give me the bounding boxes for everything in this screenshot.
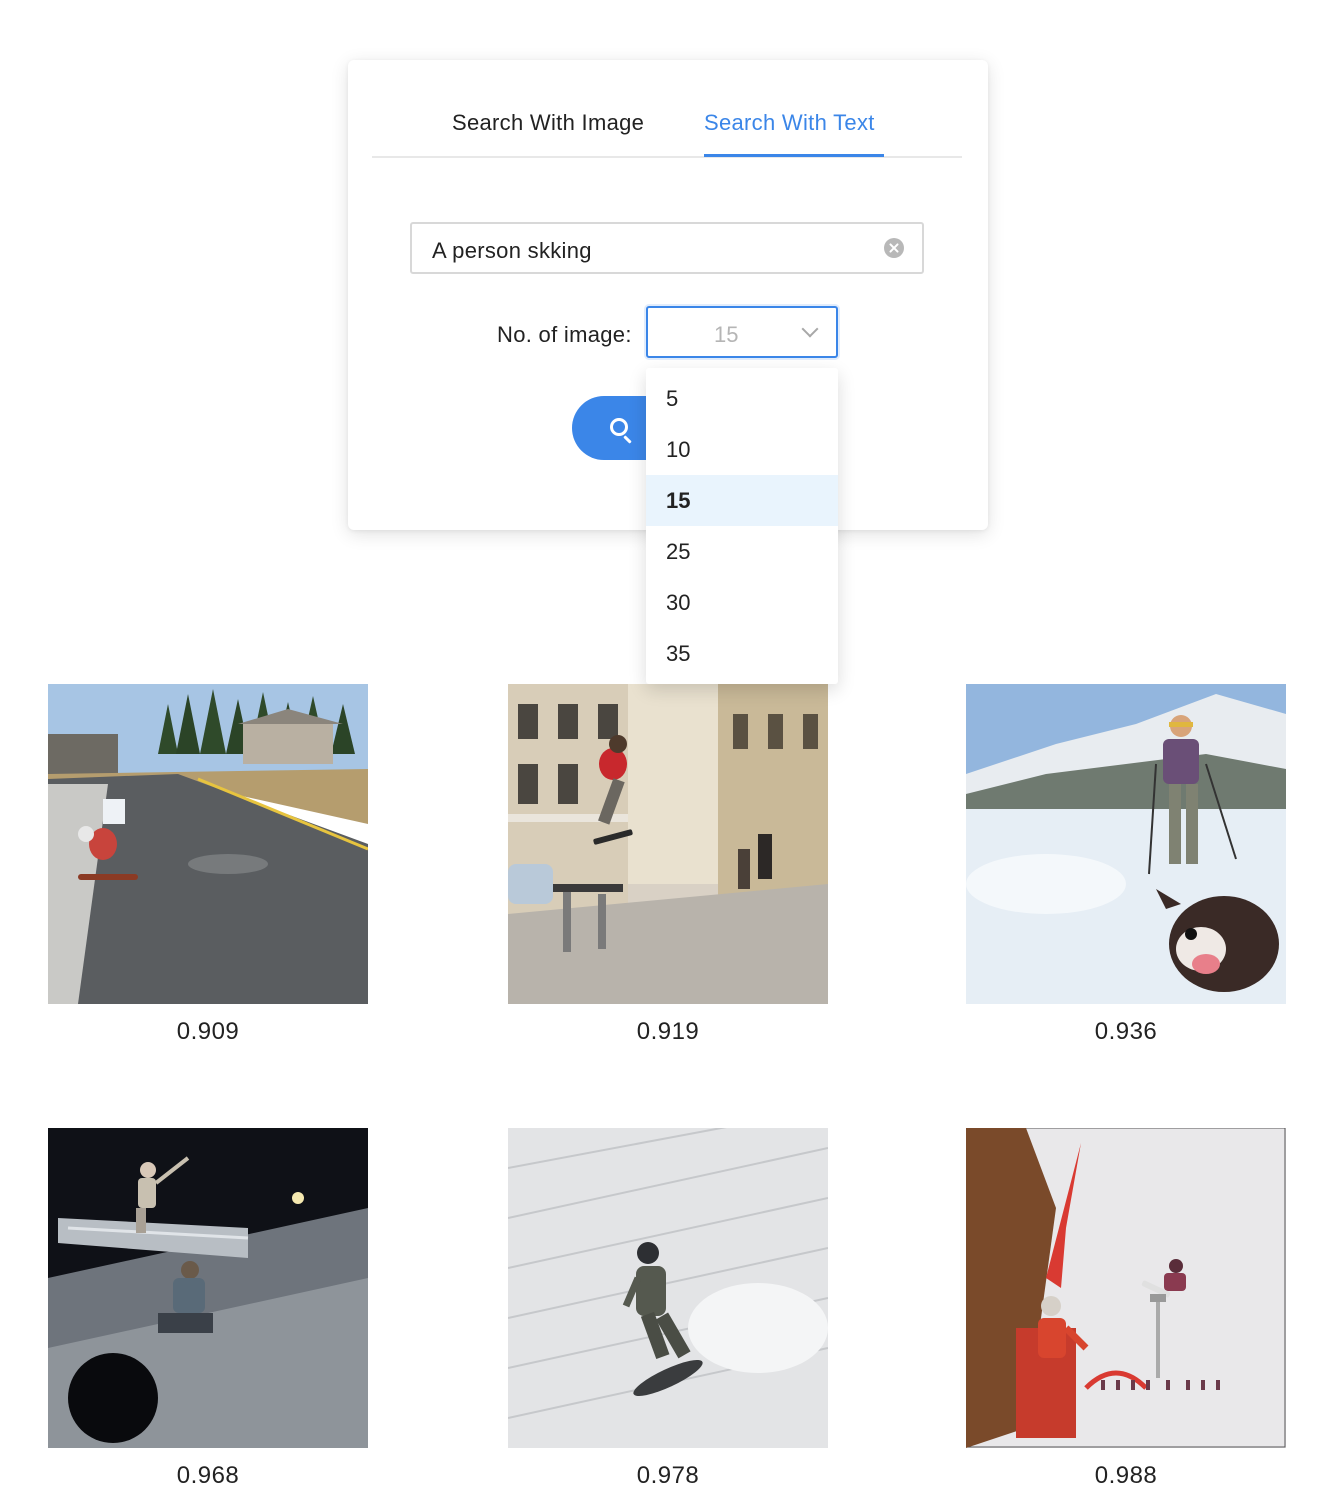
option-35[interactable]: 35: [646, 628, 838, 679]
result-image[interactable]: [508, 684, 828, 1004]
search-input[interactable]: A person skking: [410, 222, 924, 274]
result-card[interactable]: 0.968: [48, 1128, 368, 1489]
result-image[interactable]: [48, 684, 368, 1004]
image-count-dropdown: 5 10 15 25 30 35: [646, 368, 838, 684]
clear-icon[interactable]: [884, 238, 904, 258]
option-5[interactable]: 5: [646, 373, 838, 424]
chevron-down-icon: [801, 320, 819, 338]
tab-search-with-image[interactable]: Search With Image: [452, 110, 644, 136]
option-10[interactable]: 10: [646, 424, 838, 475]
result-score: 0.968: [176, 1462, 240, 1489]
image-count-select[interactable]: 15: [646, 306, 838, 358]
result-card[interactable]: 0.936: [966, 684, 1286, 1045]
result-score: 0.988: [1094, 1462, 1158, 1489]
result-card[interactable]: 0.978: [508, 1128, 828, 1489]
option-25[interactable]: 25: [646, 526, 838, 577]
option-30[interactable]: 30: [646, 577, 838, 628]
image-count-label: No. of image:: [497, 322, 632, 347]
result-score: 0.936: [1094, 1018, 1158, 1045]
result-card[interactable]: 0.909: [48, 684, 368, 1045]
tab-search-with-text[interactable]: Search With Text: [704, 110, 875, 136]
result-card[interactable]: 0.988: [966, 1128, 1286, 1489]
image-count-value: 15: [714, 322, 739, 347]
result-score: 0.909: [176, 1018, 240, 1045]
result-image[interactable]: [508, 1128, 828, 1448]
active-tab-indicator: [704, 154, 884, 157]
search-icon: [610, 418, 628, 436]
result-score: 0.978: [636, 1462, 700, 1489]
result-card[interactable]: 0.919: [508, 684, 828, 1045]
result-image[interactable]: [48, 1128, 368, 1448]
option-15[interactable]: 15: [646, 475, 838, 526]
tab-bar: Search With Image Search With Text: [372, 60, 962, 158]
result-image[interactable]: [966, 684, 1286, 1004]
search-input-value: A person skking: [432, 238, 592, 263]
result-image[interactable]: [966, 1128, 1286, 1448]
result-score: 0.919: [636, 1018, 700, 1045]
